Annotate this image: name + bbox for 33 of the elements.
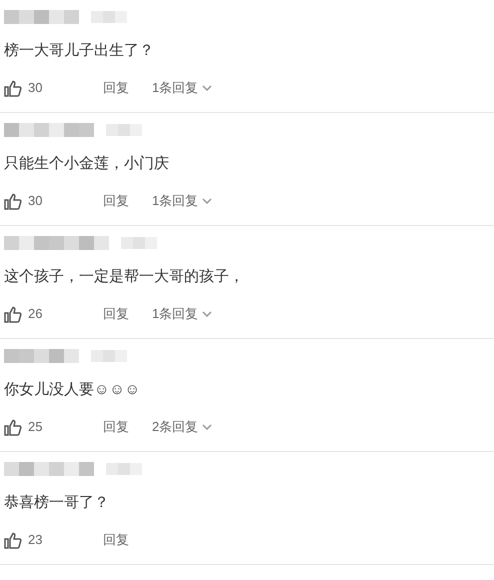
blurred-date-drawing xyxy=(106,463,142,475)
comment-text: 你女儿没人要☺☺☺ xyxy=(4,380,140,400)
replies-toggle[interactable]: 1条回复 xyxy=(152,191,212,211)
blurred-date-drawing xyxy=(121,237,157,249)
blurred-date-drawing xyxy=(91,11,127,23)
replies-toggle[interactable]: 2条回复 xyxy=(152,417,212,437)
like-count: 30 xyxy=(28,192,44,210)
chevron-down-icon xyxy=(202,424,212,430)
comment-text: 这个孩子，一定是帮一大哥的孩子， xyxy=(4,266,244,287)
chevron-down-icon xyxy=(202,311,212,317)
comment-text: 只能生个小金莲，小门庆 xyxy=(4,154,169,174)
chevron-down-icon xyxy=(202,85,212,91)
reply-button[interactable]: 回复 xyxy=(103,304,129,324)
thumbs-up-icon[interactable] xyxy=(4,80,22,96)
replies-toggle[interactable]: 1条回复 xyxy=(152,304,212,324)
comment-text: 恭喜榜一哥了？ xyxy=(4,492,109,513)
replies-toggle[interactable]: 1条回复 xyxy=(152,78,212,98)
blurred-date-drawing xyxy=(91,350,127,362)
chevron-down-icon xyxy=(202,198,212,204)
like-count: 25 xyxy=(28,418,44,436)
comment-text: 榜一大哥儿子出生了？ xyxy=(4,40,154,61)
like-count: 30 xyxy=(28,79,44,98)
thumbs-up-icon[interactable] xyxy=(4,306,22,322)
like-count: 26 xyxy=(28,305,44,324)
thumbs-up-icon[interactable] xyxy=(4,418,22,436)
reply-button[interactable]: 回复 xyxy=(103,78,129,98)
reply-button[interactable]: 回复 xyxy=(103,530,129,550)
thumbs-up-icon[interactable] xyxy=(4,192,22,210)
like-count: 23 xyxy=(28,531,44,550)
blurred-date-drawing xyxy=(106,124,142,136)
reply-button[interactable]: 回复 xyxy=(103,417,129,437)
thumbs-up-icon[interactable] xyxy=(4,532,22,548)
reply-button[interactable]: 回复 xyxy=(103,191,129,211)
